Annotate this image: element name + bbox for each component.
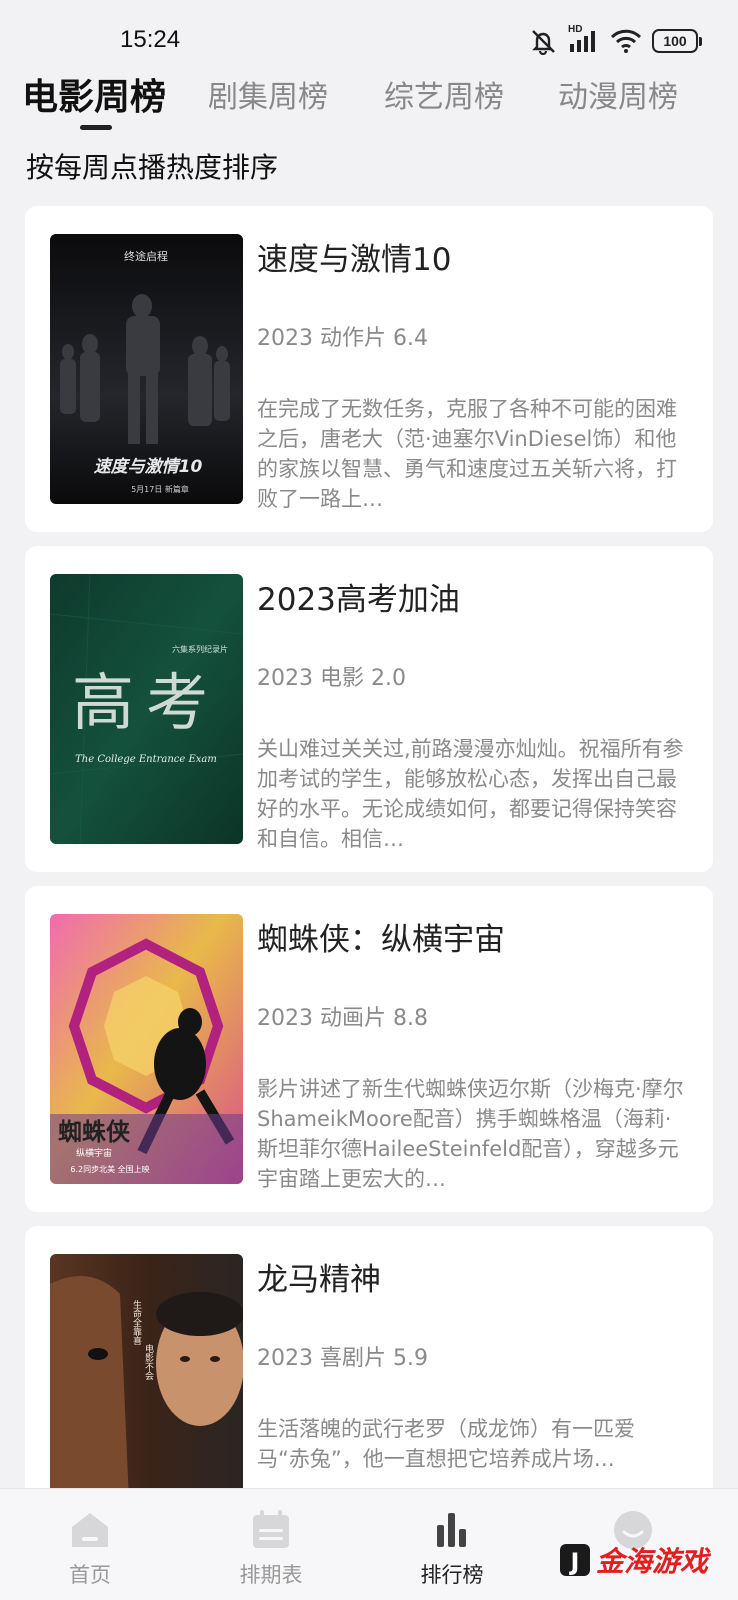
item-description: 在完成了无数任务，克服了各种不可能的困难之后，唐老大（范·迪塞尔VinDiese… (257, 397, 677, 511)
poster-title-text: 蜘蛛侠 (58, 1118, 131, 1146)
home-icon (72, 1513, 108, 1547)
tab-anime-weekly[interactable]: 动漫周榜 (558, 72, 678, 116)
poster-top-text: 终途启程 (124, 249, 168, 263)
list-item[interactable]: 蜘蛛侠 纵横宇宙 6.2同步北美 全国上映 蜘蛛侠：纵横宇宙 2023 动画片 … (25, 886, 713, 1212)
schedule-icon (253, 1510, 289, 1548)
signal-label: HD (568, 24, 583, 35)
item-description: 生活落魄的武行老罗（成龙饰）有一匹爱马“赤兔”，他一直想把它培养成片场… (257, 1417, 635, 1471)
poster-tagline-2: 电影不会 (143, 1343, 154, 1381)
poster-tagline-1: 生命全靠喜 (131, 1299, 142, 1346)
nav-home-label: 首页 (69, 1563, 111, 1587)
chart-icon (437, 1513, 466, 1547)
poster-image: 六集系列纪录片 高考 The College Entrance Exam (50, 574, 243, 844)
status-time: 15:24 (120, 26, 181, 53)
nav-schedule-label: 排期表 (239, 1563, 303, 1587)
item-meta: 2023 喜剧片 5.9 (257, 1346, 428, 1371)
poster-sub-text: The College Entrance Exam (75, 754, 217, 765)
item-meta: 2023 动作片 6.4 (257, 326, 428, 351)
signal-icon: HD (568, 24, 600, 54)
active-tab-indicator (80, 125, 112, 130)
watermark: J 金海游戏 (556, 1534, 736, 1586)
poster-title-text: 高考 (72, 666, 220, 739)
list-item[interactable]: 六集系列纪录片 高考 The College Entrance Exam 202… (25, 546, 713, 872)
ranking-subtitle: 按每周点播热度排序 (26, 151, 279, 184)
watermark-logo: J (560, 1544, 590, 1576)
item-title: 2023高考加油 (257, 582, 460, 618)
poster-date-text: 6.2同步北美 全国上映 (70, 1164, 149, 1174)
item-meta: 2023 电影 2.0 (257, 666, 406, 691)
item-title: 速度与激情10 (257, 242, 452, 278)
item-meta: 2023 动画片 8.8 (257, 1006, 428, 1031)
battery-icon: 100 (652, 29, 702, 53)
item-title: 龙马精神 (257, 1262, 381, 1298)
poster-sub-text: 纵横宇宙 (76, 1147, 112, 1159)
list-item[interactable]: 终途启程 速度与激情10 5月17日 新篇章 速度与激情10 2023 动作片 … (25, 206, 713, 532)
poster-image: 终途启程 速度与激情10 5月17日 新篇章 (50, 234, 243, 504)
nav-ranking-label: 排行榜 (420, 1563, 484, 1587)
nav-schedule[interactable]: 排期表 (206, 1489, 336, 1600)
poster-top-text: 六集系列纪录片 (172, 644, 228, 654)
ranking-tabs: 电影周榜 剧集周榜 综艺周榜 动漫周榜 (0, 72, 738, 138)
tab-variety-weekly[interactable]: 综艺周榜 (384, 72, 504, 116)
item-title: 蜘蛛侠：纵横宇宙 (257, 922, 505, 958)
tab-movie-weekly[interactable]: 电影周榜 (22, 68, 166, 120)
mute-bell-icon (528, 27, 558, 55)
svg-text:J: J (569, 1548, 580, 1576)
watermark-text: 金海游戏 (596, 1545, 709, 1578)
nav-home[interactable]: 首页 (25, 1489, 155, 1600)
item-description: 影片讲述了新生代蜘蛛侠迈尔斯（沙梅克·摩尔ShameikMoore配音）携手蜘蛛… (257, 1077, 684, 1191)
item-description: 关山难过关关过,前路漫漫亦灿灿。祝福所有参加考试的学生，能够放松心态，发挥出自己… (257, 737, 684, 851)
status-bar: 15:24 HD 100 (0, 0, 738, 70)
poster-image: 蜘蛛侠 纵横宇宙 6.2同步北美 全国上映 (50, 914, 243, 1184)
nav-ranking[interactable]: 排行榜 (387, 1489, 517, 1600)
poster-title-text: 速度与激情10 (94, 457, 203, 477)
poster-date-text: 5月17日 新篇章 (131, 484, 189, 494)
wifi-icon (610, 28, 642, 54)
status-icons: HD 100 (528, 24, 702, 56)
poster-image: 生命全靠喜 电影不会 (50, 1254, 243, 1524)
tab-series-weekly[interactable]: 剧集周榜 (208, 72, 328, 116)
